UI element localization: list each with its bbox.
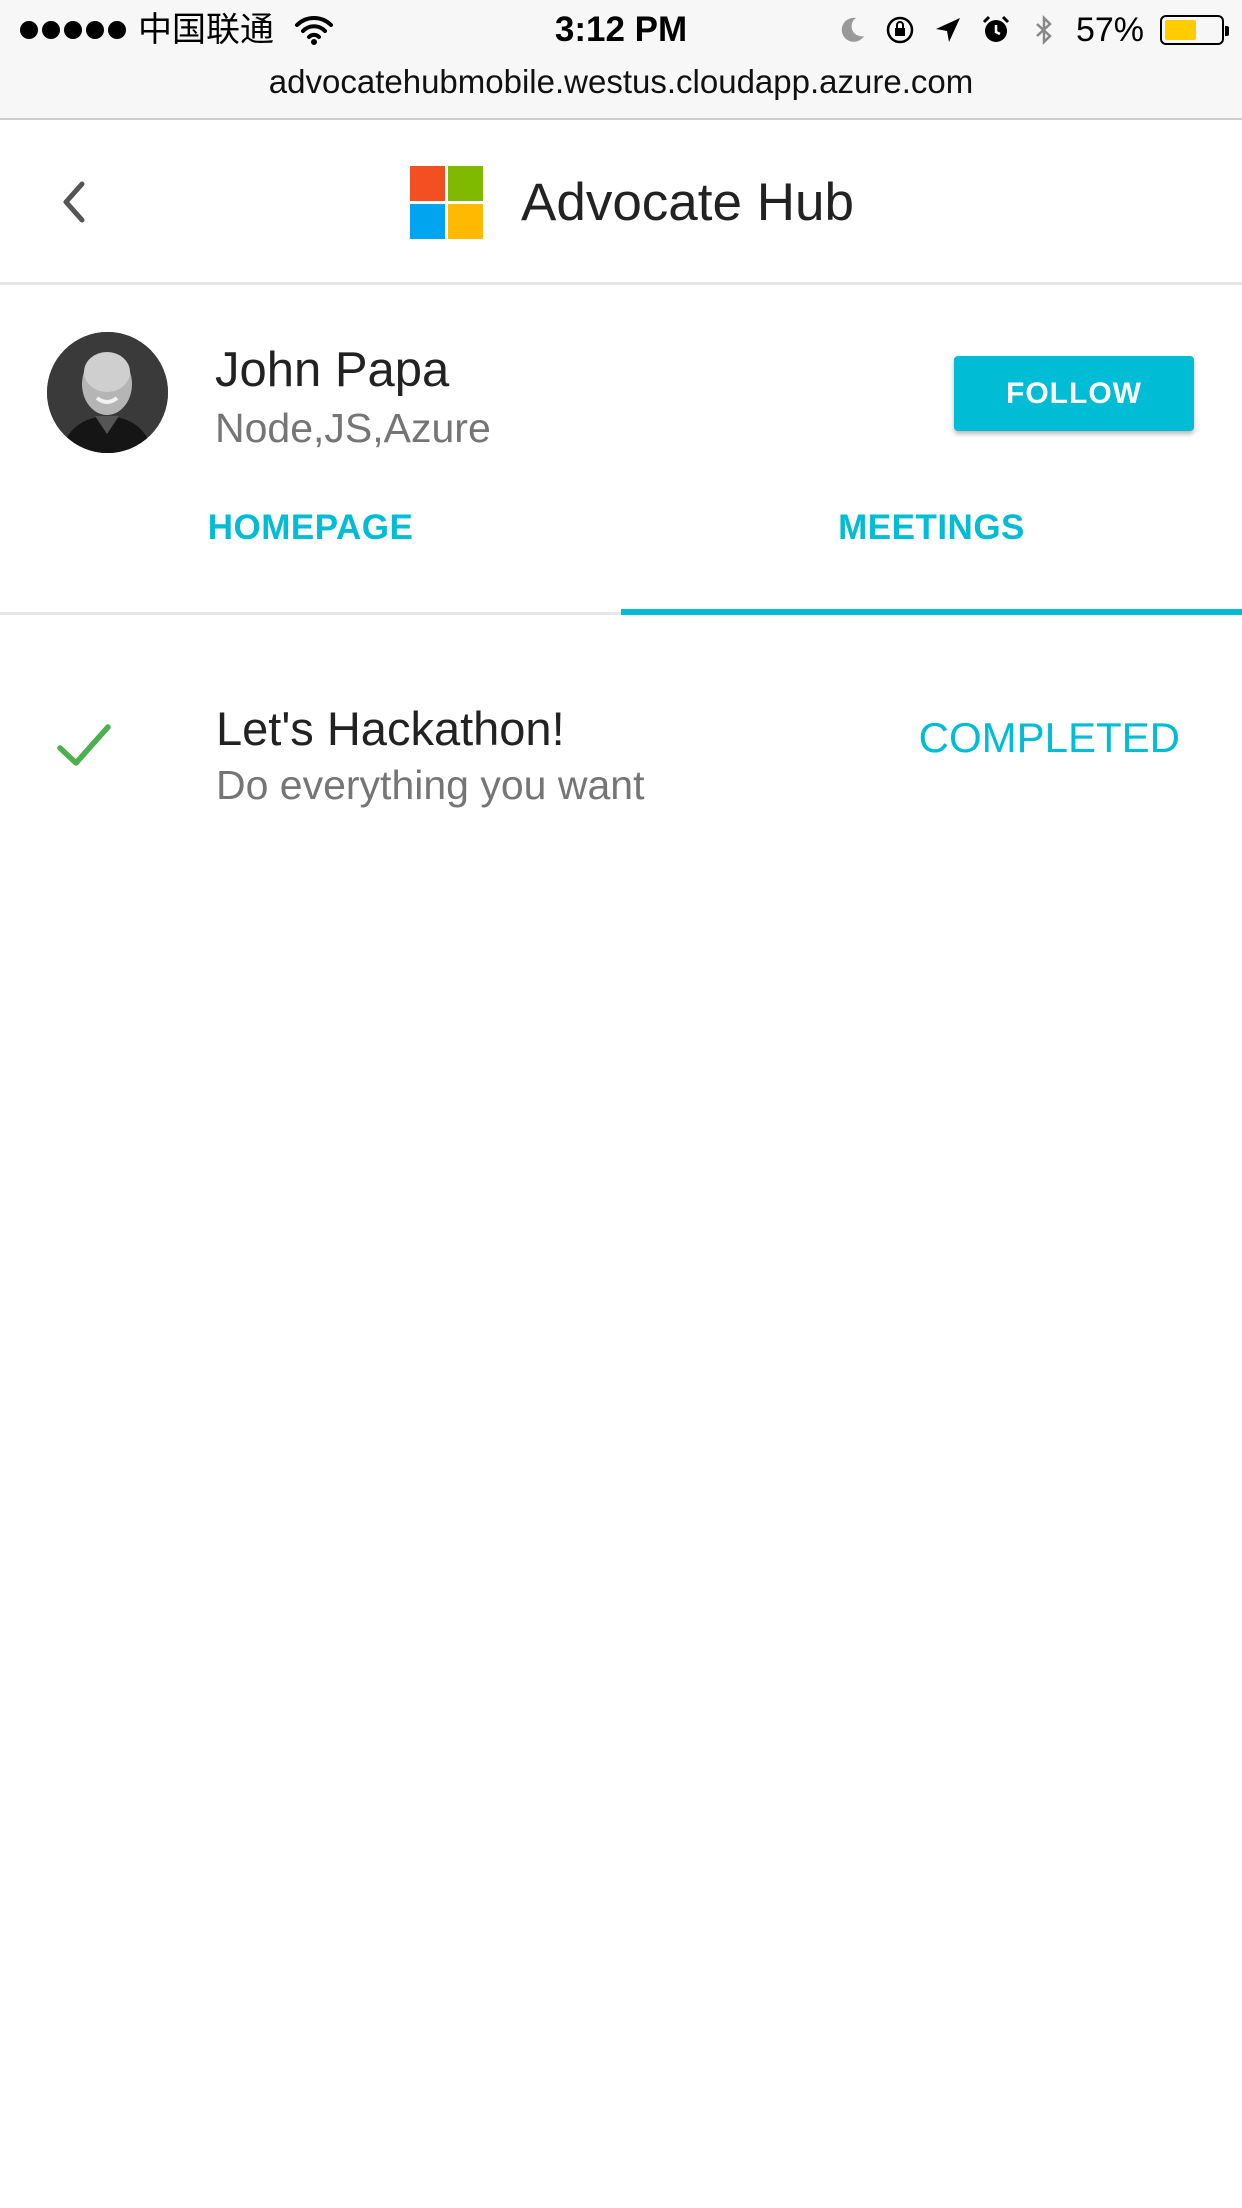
address-bar[interactable]: advocatehubmobile.westus.cloudapp.azure.… bbox=[0, 60, 1242, 104]
chevron-left-icon bbox=[63, 181, 85, 223]
meeting-list-item[interactable]: Let's Hackathon! Do everything you want … bbox=[0, 660, 1242, 830]
tab-bar: HOMEPAGE MEETINGS bbox=[0, 480, 1242, 615]
status-icons: 57% bbox=[836, 10, 1229, 50]
brand: Advocate Hub bbox=[410, 166, 854, 239]
logo-square bbox=[410, 204, 445, 239]
orientation-lock-icon bbox=[886, 16, 914, 44]
battery-fill bbox=[1165, 20, 1197, 40]
logo-square bbox=[410, 166, 445, 201]
profile-tags: Node,JS,Azure bbox=[215, 405, 491, 451]
page-title: Advocate Hub bbox=[521, 172, 854, 232]
microsoft-logo-icon bbox=[410, 166, 483, 239]
bluetooth-icon bbox=[1036, 14, 1052, 46]
active-tab-indicator bbox=[621, 609, 1242, 615]
meeting-status-badge: COMPLETED bbox=[918, 714, 1180, 761]
app-page: 中国联通 3:12 PM 57% advocatehubmobile.westu… bbox=[0, 0, 1242, 2208]
battery-icon bbox=[1160, 15, 1229, 45]
logo-square bbox=[448, 166, 483, 201]
meeting-description: Do everything you want bbox=[216, 762, 645, 808]
tab-meetings[interactable]: MEETINGS bbox=[621, 480, 1242, 615]
checkmark-icon bbox=[57, 724, 111, 766]
avatar bbox=[47, 332, 168, 453]
moon-icon bbox=[841, 17, 864, 42]
battery-percent: 57% bbox=[1075, 11, 1144, 49]
back-button[interactable] bbox=[48, 172, 98, 232]
app-header: Advocate Hub bbox=[0, 120, 1242, 285]
profile-card: John Papa Node,JS,Azure FOLLOW bbox=[0, 285, 1242, 480]
browser-bar: 中国联通 3:12 PM 57% advocatehubmobile.westu… bbox=[0, 0, 1242, 120]
tab-homepage[interactable]: HOMEPAGE bbox=[0, 480, 621, 615]
follow-button[interactable]: FOLLOW bbox=[954, 356, 1194, 431]
alarm-icon bbox=[982, 15, 1009, 42]
avatar-image bbox=[47, 332, 168, 453]
status-bar: 中国联通 3:12 PM 57% bbox=[0, 0, 1242, 60]
profile-name: John Papa bbox=[215, 343, 450, 397]
logo-square bbox=[448, 204, 483, 239]
location-arrow-icon bbox=[935, 18, 960, 42]
meeting-title: Let's Hackathon! bbox=[216, 702, 565, 755]
